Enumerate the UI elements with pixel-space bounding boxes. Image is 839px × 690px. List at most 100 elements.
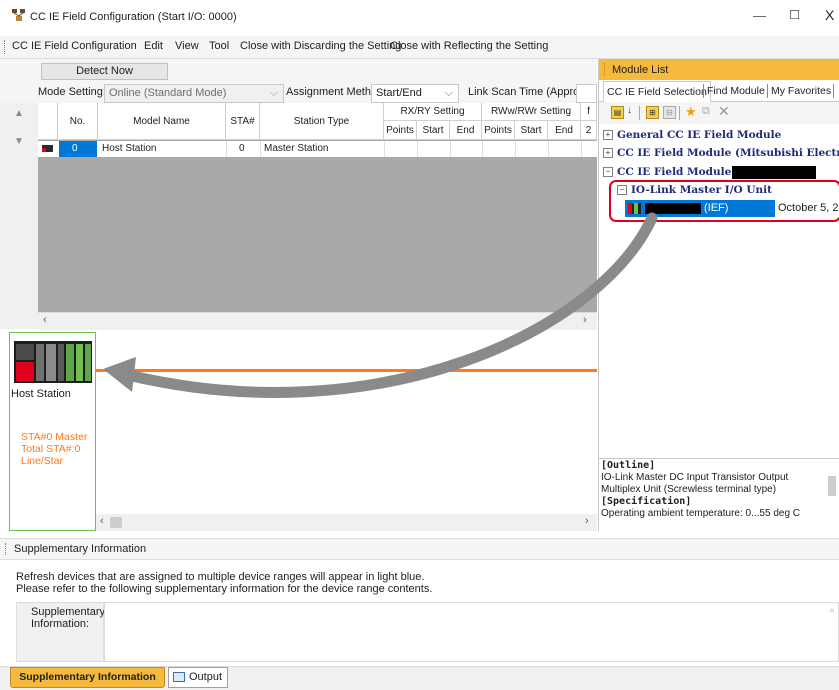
scroll-right-icon[interactable]: › <box>583 314 587 326</box>
tab-cc-ie-field-selection[interactable]: CC IE Field Selection <box>603 81 711 102</box>
network-app-icon <box>12 9 25 21</box>
col-header-station-type[interactable]: Station Type <box>260 103 384 140</box>
tab-find-module[interactable]: Find Module <box>707 81 765 101</box>
supplementary-line1: Refresh devices that are assigned to mul… <box>16 571 425 583</box>
assignment-method-value: Start/End <box>376 87 422 99</box>
redacted-block <box>732 165 817 179</box>
supplementary-header: Supplementary Information <box>0 538 839 560</box>
output-tab-label: Output <box>189 671 223 683</box>
redacted-block <box>645 203 701 214</box>
menu-bar: CC IE Field Configuration Edit View Tool… <box>0 36 839 59</box>
supplementary-title: Supplementary Information <box>14 543 147 555</box>
expand-all-icon[interactable]: ⊞ <box>646 106 659 119</box>
col-header-rx-points[interactable]: Points <box>384 121 417 140</box>
sort-category-icon[interactable]: ▤ <box>611 106 624 119</box>
cell-station-type: Master Station <box>264 143 329 154</box>
module-icon <box>628 203 641 214</box>
tree-node-mitsubishi[interactable]: +CC IE Field Module (Mitsubishi Electric… <box>603 145 839 161</box>
chevron-down-icon: ⌵ <box>444 87 453 99</box>
scroll-thumb[interactable] <box>110 517 122 528</box>
col-header-rx-start[interactable]: Start <box>417 121 450 140</box>
col-header-no[interactable]: No. <box>58 103 98 140</box>
supplementary-label-cell: Supplementary Information: <box>16 602 105 662</box>
mode-setting-select[interactable]: Online (Standard Mode) ⌵ <box>104 84 284 103</box>
supplementary-line2: Please refer to the following supplement… <box>16 583 433 595</box>
link-scan-field[interactable] <box>576 84 597 103</box>
outline-scrollbar-thumb[interactable] <box>828 476 836 496</box>
sort-az-icon[interactable]: ↓ <box>627 105 632 116</box>
tab-supplementary-information[interactable]: Supplementary Information <box>10 667 165 688</box>
tree-node-cc-ie-field-module[interactable]: − CC IE Field Module <box>603 164 817 180</box>
col-header-rx-end[interactable]: End <box>450 121 482 140</box>
tab-my-favorites[interactable]: My Favorites <box>771 81 831 101</box>
copy-icon[interactable]: ⧉ <box>702 105 710 118</box>
output-window-icon <box>173 672 185 682</box>
module-item-date: October 5, 2( <box>778 202 839 214</box>
module-list-header: Module List <box>599 59 839 80</box>
assignment-method-select[interactable]: Start/End ⌵ <box>371 84 459 103</box>
col-header-rx-ry[interactable]: RX/RY Setting <box>384 103 482 121</box>
minimize-button[interactable]: — <box>753 8 766 23</box>
col-header-model-name[interactable]: Model Name <box>98 103 226 140</box>
collapse-all-icon[interactable]: ⊟ <box>663 106 676 119</box>
cell-model-name: Host Station <box>102 143 157 154</box>
spec-heading: [Specification] <box>601 496 692 507</box>
module-list-toolbar: ▤ ↓ ⊞ ⊟ ★ ⧉ ✕ <box>599 102 839 124</box>
collapse-minus-icon[interactable]: − <box>617 185 627 195</box>
scroll-right-icon[interactable]: › <box>585 515 589 527</box>
table-header-corner <box>38 103 58 140</box>
col-header-rww-points[interactable]: Points <box>482 121 515 140</box>
expand-plus-icon[interactable]: + <box>603 130 613 140</box>
mode-setting-value: Online (Standard Mode) <box>109 87 227 99</box>
collapse-minus-icon[interactable]: − <box>603 167 613 177</box>
module-list-tabs: CC IE Field Selection Find Module My Fav… <box>599 81 839 102</box>
menu-cc-ie-field-configuration[interactable]: CC IE Field Configuration <box>12 40 137 52</box>
supplementary-label: Supplementary Information: <box>31 606 105 630</box>
network-bus-line <box>95 369 597 372</box>
col-header-rww-start[interactable]: Start <box>515 121 548 140</box>
chevron-down-icon: ⌵ <box>269 87 278 99</box>
supplementary-textarea[interactable]: ^ <box>104 602 839 662</box>
maximize-button[interactable]: □ <box>790 6 799 23</box>
col-header-cut2: 2 <box>581 121 597 140</box>
scroll-left-icon[interactable]: ‹ <box>43 314 47 326</box>
outline-text: IO-Link Master DC Input Transistor Outpu… <box>601 472 789 495</box>
station-info-line: STA#0 Master <box>21 431 88 443</box>
table-horizontal-scrollbar[interactable]: ‹ › <box>38 312 597 330</box>
menu-close-reflect[interactable]: Close with Reflecting the Setting <box>390 40 548 52</box>
move-down-icon[interactable]: ▼ <box>14 136 24 147</box>
tree-item-io-link-unit[interactable]: (IEF) October 5, 2( <box>625 200 839 217</box>
scroll-up-icon[interactable]: ^ <box>830 607 834 617</box>
menu-view[interactable]: View <box>175 40 199 52</box>
tree-node-io-link-master[interactable]: − IO-Link Master I/O Unit <box>617 182 772 198</box>
col-header-rww-end[interactable]: End <box>548 121 581 140</box>
menu-close-discard[interactable]: Close with Discarding the Setting <box>240 40 401 52</box>
expand-plus-icon[interactable]: + <box>603 148 613 158</box>
table-row[interactable]: 0 Host Station 0 Master Station <box>38 141 597 157</box>
station-info-line: Line/Star <box>21 455 64 467</box>
close-button[interactable]: X <box>825 7 834 23</box>
host-station-block[interactable]: Host Station STA#0 Master Total STA#:0 L… <box>9 332 96 531</box>
col-header-rww-rwr[interactable]: RWw/RWr Setting <box>482 103 581 121</box>
station-table: No. Model Name STA# Station Type RX/RY S… <box>38 103 597 312</box>
tree-node-general[interactable]: + General CC IE Field Module <box>603 127 781 143</box>
delete-icon[interactable]: ✕ <box>718 103 730 120</box>
tab-output[interactable]: Output <box>168 667 228 688</box>
menu-tool[interactable]: Tool <box>209 40 229 52</box>
module-list-title: Module List <box>612 64 669 76</box>
station-info-line: Total STA#:0 <box>21 443 81 455</box>
mode-setting-label: Mode Setting: <box>38 86 106 98</box>
detect-now-button[interactable]: Detect Now <box>41 63 168 80</box>
add-favorite-icon[interactable]: ★ <box>685 104 697 120</box>
col-header-sta[interactable]: STA# <box>226 103 260 140</box>
menu-edit[interactable]: Edit <box>144 40 163 52</box>
scroll-left-icon[interactable]: ‹ <box>100 515 104 527</box>
diagram-horizontal-scrollbar[interactable]: ‹ › <box>96 514 597 531</box>
spec-text: Operating ambient temperature: 0...55 de… <box>601 508 801 519</box>
module-item-suffix: (IEF) <box>704 202 729 214</box>
outline-panel: [Outline] IO-Link Master DC Input Transi… <box>600 459 839 531</box>
move-up-icon[interactable]: ▲ <box>14 108 24 119</box>
title-bar: CC IE Field Configuration (Start I/O: 00… <box>0 0 839 36</box>
host-station-icon <box>42 145 53 152</box>
host-station-label: Host Station <box>11 388 71 400</box>
